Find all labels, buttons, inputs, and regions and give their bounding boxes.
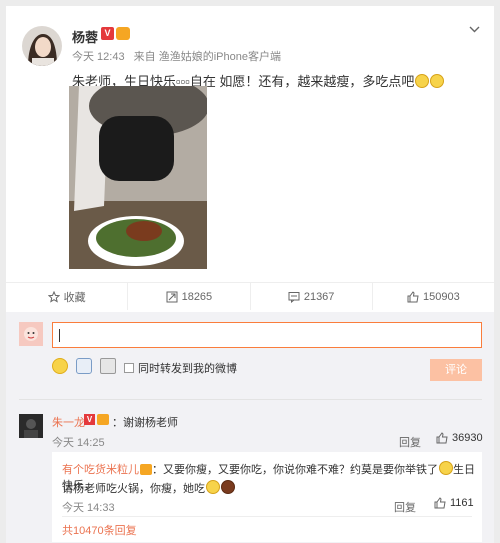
sub-comment-like-button[interactable]: 1161 bbox=[434, 497, 474, 509]
repost-icon bbox=[166, 291, 178, 302]
author-avatar[interactable] bbox=[22, 26, 62, 66]
repost-checkbox-label: 同时转发到我的微博 bbox=[138, 363, 237, 375]
submit-comment-button[interactable]: 评论 bbox=[430, 359, 482, 381]
vip-crown-icon bbox=[140, 464, 152, 475]
commenter-avatar[interactable] bbox=[19, 414, 43, 438]
source-prefix: 来自 bbox=[133, 51, 156, 63]
sub-reply-button[interactable]: 回复 bbox=[394, 499, 416, 515]
post-time[interactable]: 今天 12:43 bbox=[72, 51, 125, 63]
cake-emoji-icon bbox=[221, 480, 235, 494]
repost-count: 18265 bbox=[181, 290, 213, 303]
favorite-label: 收藏 bbox=[63, 291, 86, 304]
author-name[interactable]: 杨蓉 bbox=[72, 27, 98, 46]
smile-emoji-icon bbox=[430, 74, 445, 88]
my-avatar bbox=[19, 322, 43, 346]
vip-crown-icon bbox=[97, 414, 109, 425]
repost-button[interactable]: 18265 bbox=[128, 283, 251, 310]
weibo-post-card: 杨蓉 V 今天 12:43 来自 渔渔姑娘的iPhone客户端 朱老师，生日快乐… bbox=[6, 6, 494, 543]
action-bar: 收藏 18265 21367 150903 bbox=[6, 282, 494, 310]
sub-comment-text-2: 请杨老师吃火锅，你瘦，她吃 bbox=[62, 483, 205, 495]
sub-comment-line: 请杨老师吃火锅，你瘦，她吃 bbox=[62, 480, 235, 496]
divider bbox=[62, 516, 472, 517]
like-button[interactable]: 150903 bbox=[373, 283, 494, 310]
vip-crown-icon bbox=[116, 27, 130, 40]
thumbs-up-icon bbox=[407, 290, 419, 302]
favorite-button[interactable]: 收藏 bbox=[6, 283, 129, 310]
like-count: 150903 bbox=[423, 290, 460, 303]
post-meta: 今天 12:43 来自 渔渔姑娘的iPhone客户端 bbox=[72, 48, 281, 64]
post-source[interactable]: 渔渔姑娘的iPhone客户端 bbox=[159, 51, 281, 63]
comment-time: 今天 14:25 bbox=[52, 437, 105, 449]
thumbs-up-icon bbox=[434, 497, 446, 509]
composer-tools bbox=[52, 358, 116, 374]
star-icon bbox=[47, 290, 60, 303]
comment-section: 同时转发到我的微博 评论 朱一龙 V ：谢谢杨老师 今天 14:25 回复 36… bbox=[6, 312, 494, 543]
comment-like-button[interactable]: 36930 bbox=[436, 432, 483, 444]
gif-icon[interactable] bbox=[76, 358, 92, 374]
commenter-name[interactable]: 朱一龙 bbox=[52, 414, 85, 430]
comment-count: 21367 bbox=[303, 290, 335, 303]
chevron-down-icon[interactable] bbox=[469, 22, 480, 36]
thumbs-up-icon bbox=[436, 432, 448, 444]
comment-icon bbox=[288, 291, 300, 303]
smile-emoji-icon bbox=[415, 74, 430, 88]
image-icon[interactable] bbox=[100, 358, 116, 374]
text-caret bbox=[59, 329, 60, 342]
comment-like-count: 36930 bbox=[452, 432, 483, 444]
reply-button[interactable]: 回复 bbox=[399, 434, 421, 450]
comment-button[interactable]: 21367 bbox=[251, 283, 373, 310]
verified-badge: V bbox=[101, 27, 114, 40]
sub-comment-text: ：又要你瘦，又要你吃，你说你难不难？约莫是要你举铁了 bbox=[152, 464, 438, 476]
post-photo[interactable] bbox=[69, 86, 207, 269]
face-emoji-icon bbox=[206, 480, 220, 494]
sub-comment-like-count: 1161 bbox=[450, 497, 474, 509]
repost-checkbox[interactable] bbox=[124, 363, 134, 373]
sub-comment-time: 今天 14:33 bbox=[62, 502, 115, 514]
verified-badge: V bbox=[84, 414, 95, 425]
total-replies-link[interactable]: 共10470条回复 bbox=[62, 522, 137, 538]
laugh-emoji-icon bbox=[439, 461, 453, 475]
comment-text: ：谢谢杨老师 bbox=[112, 417, 178, 429]
emoji-icon[interactable] bbox=[52, 358, 68, 374]
sub-commenter-name[interactable]: 有个吃货米粒儿 bbox=[62, 464, 139, 476]
comment-input[interactable] bbox=[52, 322, 482, 348]
divider bbox=[19, 399, 482, 400]
repost-checkbox-row[interactable]: 同时转发到我的微博 bbox=[124, 360, 237, 376]
sub-comment-box: 有个吃货米粒儿 ：又要你瘦，又要你吃，你说你难不难？约莫是要你举铁了 生日快乐， 请… bbox=[52, 452, 482, 542]
